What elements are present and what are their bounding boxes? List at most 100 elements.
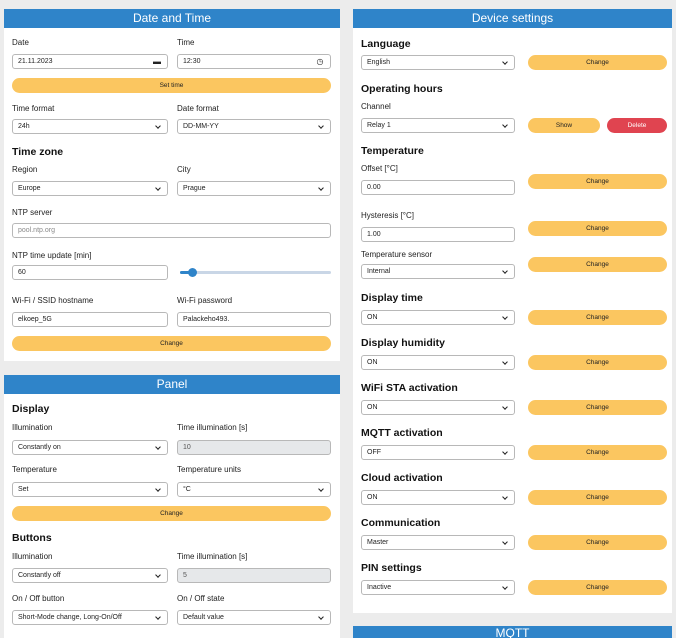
ntp-slider-thumb[interactable] (187, 268, 197, 277)
offset-change-button[interactable]: Change (528, 174, 667, 189)
btn-time-illumination-label: Time illumination [s] (177, 552, 248, 561)
ntp-server-input[interactable]: pool.ntp.org (12, 223, 331, 238)
chevron-down-icon (502, 268, 508, 274)
wifi-ssid-value: elkoep_5G (18, 316, 52, 323)
wifi-ssid-input[interactable]: elkoep_5G (12, 312, 168, 327)
chevron-down-icon (502, 539, 508, 545)
ntp-server-placeholder: pool.ntp.org (18, 227, 55, 234)
cloud-change-button[interactable]: Change (528, 490, 667, 505)
temp-sensor-select[interactable]: Internal (361, 264, 515, 279)
chevron-down-icon (318, 614, 324, 620)
time-zone-heading: Time zone (12, 146, 64, 158)
ntp-update-input[interactable]: 60 (12, 265, 168, 280)
pin-select[interactable]: Inactive (361, 580, 515, 595)
hysteresis-change-button[interactable]: Change (528, 221, 667, 236)
chevron-down-icon (502, 584, 508, 590)
btn-time-illumination-input[interactable]: 5 (177, 568, 331, 583)
city-label: City (177, 165, 191, 174)
time-illumination-input[interactable]: 10 (177, 440, 331, 455)
date-time-change-button[interactable]: Change (12, 336, 331, 351)
display-humidity-select[interactable]: ON (361, 355, 515, 370)
ntp-update-slider[interactable] (180, 268, 331, 277)
communication-value: Master (367, 539, 389, 546)
city-select[interactable]: Prague (177, 181, 331, 196)
panel-settings-panel: Panel Display Illumination Constantly on… (4, 375, 340, 638)
onoff-state-select[interactable]: Default value (177, 610, 331, 625)
cloud-value: ON (367, 494, 378, 501)
mqtt-activation-change-button[interactable]: Change (528, 445, 667, 460)
language-value: English (367, 59, 390, 66)
offset-input[interactable]: 0.00 (361, 180, 515, 195)
language-heading: Language (361, 38, 411, 50)
chevron-down-icon (502, 494, 508, 500)
wifi-ssid-label: Wi-Fi / SSID hostname (12, 296, 94, 305)
time-format-value: 24h (18, 123, 30, 130)
chevron-down-icon (502, 449, 508, 455)
communication-change-button[interactable]: Change (528, 535, 667, 550)
mqtt-activation-value: OFF (367, 449, 381, 456)
time-value: 12:30 (183, 58, 201, 65)
temperature-units-label: Temperature units (177, 465, 242, 474)
time-input[interactable]: 12:30 ◷ (177, 54, 331, 69)
btn-illumination-value: Constantly off (18, 572, 61, 579)
time-label: Time (177, 38, 195, 47)
language-select[interactable]: English (361, 55, 515, 70)
offset-label: Offset [°C] (361, 164, 398, 173)
date-input[interactable]: 21.11.2023 ▬ (12, 54, 168, 69)
region-label: Region (12, 165, 38, 174)
channel-select[interactable]: Relay 1 (361, 118, 515, 133)
pin-change-button[interactable]: Change (528, 580, 667, 595)
device-settings-panel: Device settings Language English Change … (353, 9, 672, 613)
panel-header: Panel (4, 375, 340, 394)
time-format-select[interactable]: 24h (12, 119, 168, 134)
wifi-sta-heading: WiFi STA activation (361, 382, 458, 394)
temperature-select[interactable]: Set (12, 482, 168, 497)
chevron-down-icon (318, 185, 324, 191)
display-time-value: ON (367, 314, 378, 321)
temperature-units-select[interactable]: °C (177, 482, 331, 497)
cloud-select[interactable]: ON (361, 490, 515, 505)
btn-illumination-label: Illumination (12, 552, 53, 561)
date-time-panel: Date and Time Date 21.11.2023 ▬ Time 12:… (4, 9, 340, 361)
btn-time-illumination-value: 5 (183, 572, 187, 579)
show-button[interactable]: Show (528, 118, 600, 133)
region-select[interactable]: Europe (12, 181, 168, 196)
channel-value: Relay 1 (367, 122, 391, 129)
calendar-icon[interactable]: ▬ (152, 57, 162, 67)
temp-sensor-change-button[interactable]: Change (528, 257, 667, 272)
illumination-select[interactable]: Constantly on (12, 440, 168, 455)
display-time-change-button[interactable]: Change (528, 310, 667, 325)
date-format-select[interactable]: DD-MM-YY (177, 119, 331, 134)
set-time-button[interactable]: Set time (12, 78, 331, 93)
time-illumination-value: 10 (183, 444, 191, 451)
hysteresis-label: Hysteresis [°C] (361, 211, 414, 220)
date-time-header: Date and Time (4, 9, 340, 28)
display-heading: Display (12, 403, 50, 415)
display-time-select[interactable]: ON (361, 310, 515, 325)
mqtt-panel: MQTT (353, 626, 672, 638)
display-humidity-change-button[interactable]: Change (528, 355, 667, 370)
illumination-label: Illumination (12, 423, 53, 432)
time-format-label: Time format (12, 104, 55, 113)
time-illumination-label: Time illumination [s] (177, 423, 248, 432)
communication-select[interactable]: Master (361, 535, 515, 550)
city-value: Prague (183, 185, 206, 192)
panel-change-button[interactable]: Change (12, 506, 331, 521)
wifi-password-input[interactable]: Palackeho493. (177, 312, 331, 327)
btn-illumination-select[interactable]: Constantly off (12, 568, 168, 583)
display-humidity-heading: Display humidity (361, 337, 446, 349)
offset-value: 0.00 (367, 184, 381, 191)
language-change-button[interactable]: Change (528, 55, 667, 70)
chevron-down-icon (155, 572, 161, 578)
mqtt-activation-select[interactable]: OFF (361, 445, 515, 460)
temperature-label: Temperature (12, 465, 57, 474)
clock-icon[interactable]: ◷ (315, 57, 325, 67)
wifi-sta-select[interactable]: ON (361, 400, 515, 415)
delete-button[interactable]: Delete (607, 118, 667, 133)
wifi-sta-value: ON (367, 404, 378, 411)
hysteresis-input[interactable]: 1.00 (361, 227, 515, 242)
onoff-button-select[interactable]: Short-Mode change, Long-On/Off (12, 610, 168, 625)
chevron-down-icon (502, 314, 508, 320)
wifi-sta-change-button[interactable]: Change (528, 400, 667, 415)
chevron-down-icon (155, 444, 161, 450)
